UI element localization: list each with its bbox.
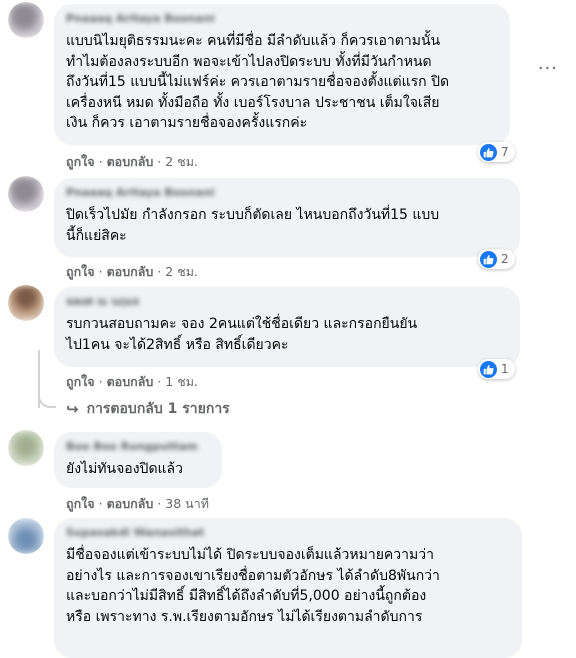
reaction-number: 2 — [501, 252, 509, 266]
thread-connector — [38, 392, 56, 408]
like-button[interactable]: ถูกใจ — [66, 496, 95, 511]
comment-text: รบกวนสอบถามคะ จอง 2คนแต่ใช้ชื่อเดียว และ… — [66, 316, 418, 353]
comment-time[interactable]: 2 ชม. — [165, 264, 198, 279]
comment-actions: ถูกใจ · ตอบกลับ · 38 นาที — [66, 496, 209, 511]
reaction-count[interactable]: 7 — [478, 142, 515, 162]
comment-text: มีชื่อจองแต่เข้าระบบไม่ได้ ปิดระบบจองเต็… — [66, 547, 440, 625]
replies-count-label: การตอบกลับ 1 รายการ — [86, 401, 230, 417]
like-button[interactable]: ถูกใจ — [66, 154, 95, 169]
like-reaction-icon — [480, 250, 497, 268]
like-reaction-icon — [480, 143, 497, 161]
comment-text: แบบนิไมยุติธรรมนะคะ คนที่มีชื่อ มีลำดับแ… — [66, 33, 450, 131]
like-button[interactable]: ถูกใจ — [66, 374, 95, 389]
comment-time[interactable]: 38 นาที — [165, 496, 209, 511]
comment-author[interactable]: Pnaaaq Aritaya Boonani — [66, 12, 498, 25]
reaction-count[interactable]: 1 — [478, 359, 515, 379]
avatar[interactable] — [8, 430, 44, 466]
view-replies-link[interactable]: ↪ การตอบกลับ 1 รายการ — [66, 398, 230, 420]
like-reaction-icon — [480, 360, 497, 378]
comment-bubble: Boo Boo Rungputtam ยังไม่ทันจองปิดแล้ว — [54, 432, 222, 488]
comment-bubble: Pnaaaq Aritaya Boonani แบบนิไมยุติธรรมนะ… — [54, 4, 510, 145]
reaction-count[interactable]: 2 — [478, 249, 515, 269]
comment-author[interactable]: Supasakdi Wanasithat — [66, 526, 510, 539]
comment-actions: ถูกใจ · ตอบกลับ · 1 ชม. — [66, 374, 198, 389]
reaction-number: 7 — [501, 145, 509, 159]
avatar[interactable] — [8, 518, 44, 554]
reply-arrow-icon: ↪ — [66, 400, 79, 418]
comment-time[interactable]: 2 ชม. — [165, 154, 198, 169]
like-button[interactable]: ถูกใจ — [66, 264, 95, 279]
reaction-number: 1 — [501, 362, 509, 376]
comment-time[interactable]: 1 ชม. — [165, 374, 198, 389]
comment-actions: ถูกใจ · ตอบกลับ · 2 ชม. — [66, 154, 198, 169]
more-options-icon[interactable]: ··· — [538, 60, 558, 78]
reply-button[interactable]: ตอบกลับ — [107, 374, 154, 389]
avatar[interactable] — [8, 285, 44, 321]
comment-author[interactable]: ฉพงศ ณ นฤมล — [66, 295, 508, 308]
comment-author[interactable]: Pnaaaq Aritaya Boonani — [66, 186, 508, 199]
comment-bubble: ฉพงศ ณ นฤมล รบกวนสอบถามคะ จอง 2คนแต่ใช้ช… — [54, 287, 520, 367]
comment-text: ปิดเร็วไปมัย กำลังกรอก ระบบก็ตัดเลย ไหนบ… — [66, 207, 440, 244]
avatar[interactable] — [8, 2, 44, 38]
reply-button[interactable]: ตอบกลับ — [107, 264, 154, 279]
comment-text: ยังไม่ทันจองปิดแล้ว — [66, 461, 183, 477]
reply-button[interactable]: ตอบกลับ — [107, 496, 154, 511]
comment-author[interactable]: Boo Boo Rungputtam — [66, 440, 210, 453]
comment-actions: ถูกใจ · ตอบกลับ · 2 ชม. — [66, 264, 198, 279]
reply-button[interactable]: ตอบกลับ — [107, 154, 154, 169]
comment-bubble: Supasakdi Wanasithat มีชื่อจองแต่เข้าระบ… — [54, 518, 522, 658]
avatar[interactable] — [8, 176, 44, 212]
comment-bubble: Pnaaaq Aritaya Boonani ปิดเร็วไปมัย กำลั… — [54, 178, 520, 257]
